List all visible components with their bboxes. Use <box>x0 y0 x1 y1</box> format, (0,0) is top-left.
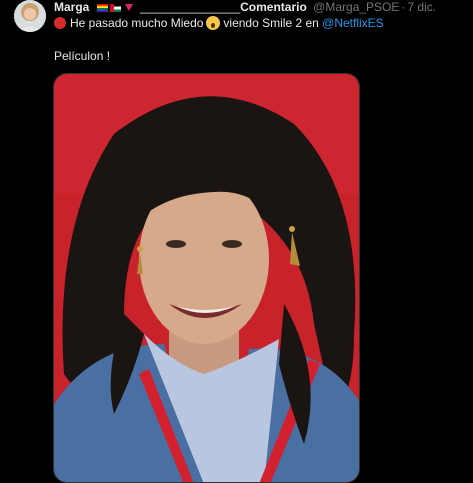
avatar[interactable] <box>14 0 46 32</box>
tweet-photo[interactable] <box>53 73 360 483</box>
large-red-circle-icon <box>54 17 66 29</box>
tweet-date[interactable]: 7 dic. <box>407 0 436 14</box>
red-triangle-icon <box>124 4 133 11</box>
separator-dot: · <box>401 0 406 14</box>
rainbow-flag-icon <box>96 4 108 12</box>
photo-illustration <box>54 74 359 482</box>
tweet-header: Marga _______________Comentario @Marga_P… <box>54 0 473 14</box>
tweet-text-line1: He pasado mucho Miedo viendo Smile 2 en @… <box>54 15 384 31</box>
mention-link[interactable]: @NetflixES <box>322 16 384 30</box>
author-handle[interactable]: @Marga_PSOE <box>313 0 399 14</box>
header-separator: _______________ <box>140 0 241 14</box>
author-name[interactable]: Marga <box>54 0 89 14</box>
face-screaming-in-fear-icon <box>206 16 221 30</box>
name-emoji-group <box>96 1 133 14</box>
tweet-text-part-a: He pasado mucho Miedo <box>70 16 204 30</box>
tweet-card[interactable]: Marga _______________Comentario @Marga_P… <box>0 0 473 483</box>
header-label: Comentario <box>240 0 307 14</box>
palestine-flag-icon <box>109 4 121 12</box>
tweet-text-part-b: viendo Smile 2 en <box>223 16 319 30</box>
tweet-text-line2: Películon ! <box>54 49 111 63</box>
